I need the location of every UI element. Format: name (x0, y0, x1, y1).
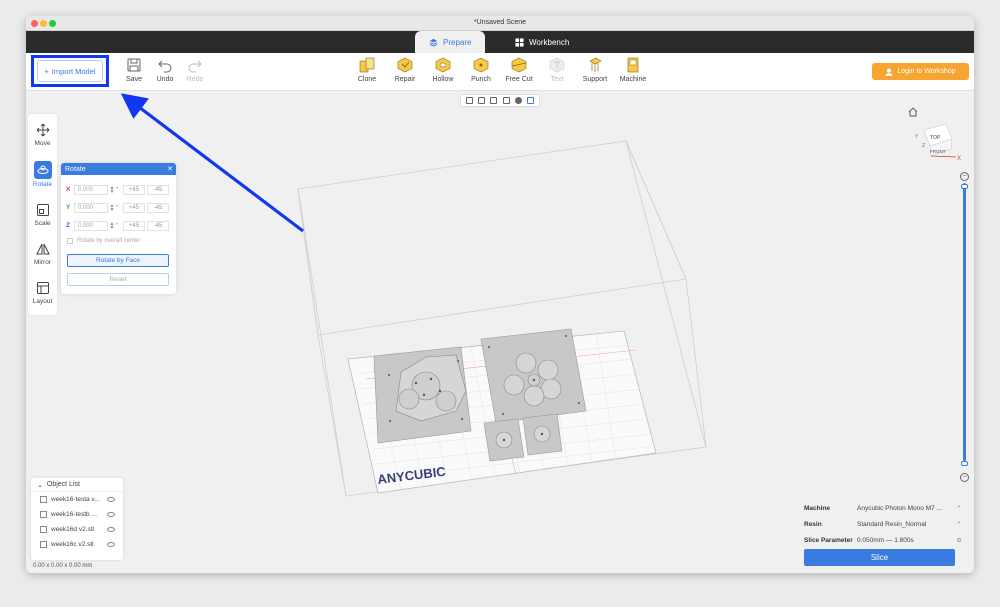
annotation-arrow (120, 93, 304, 233)
